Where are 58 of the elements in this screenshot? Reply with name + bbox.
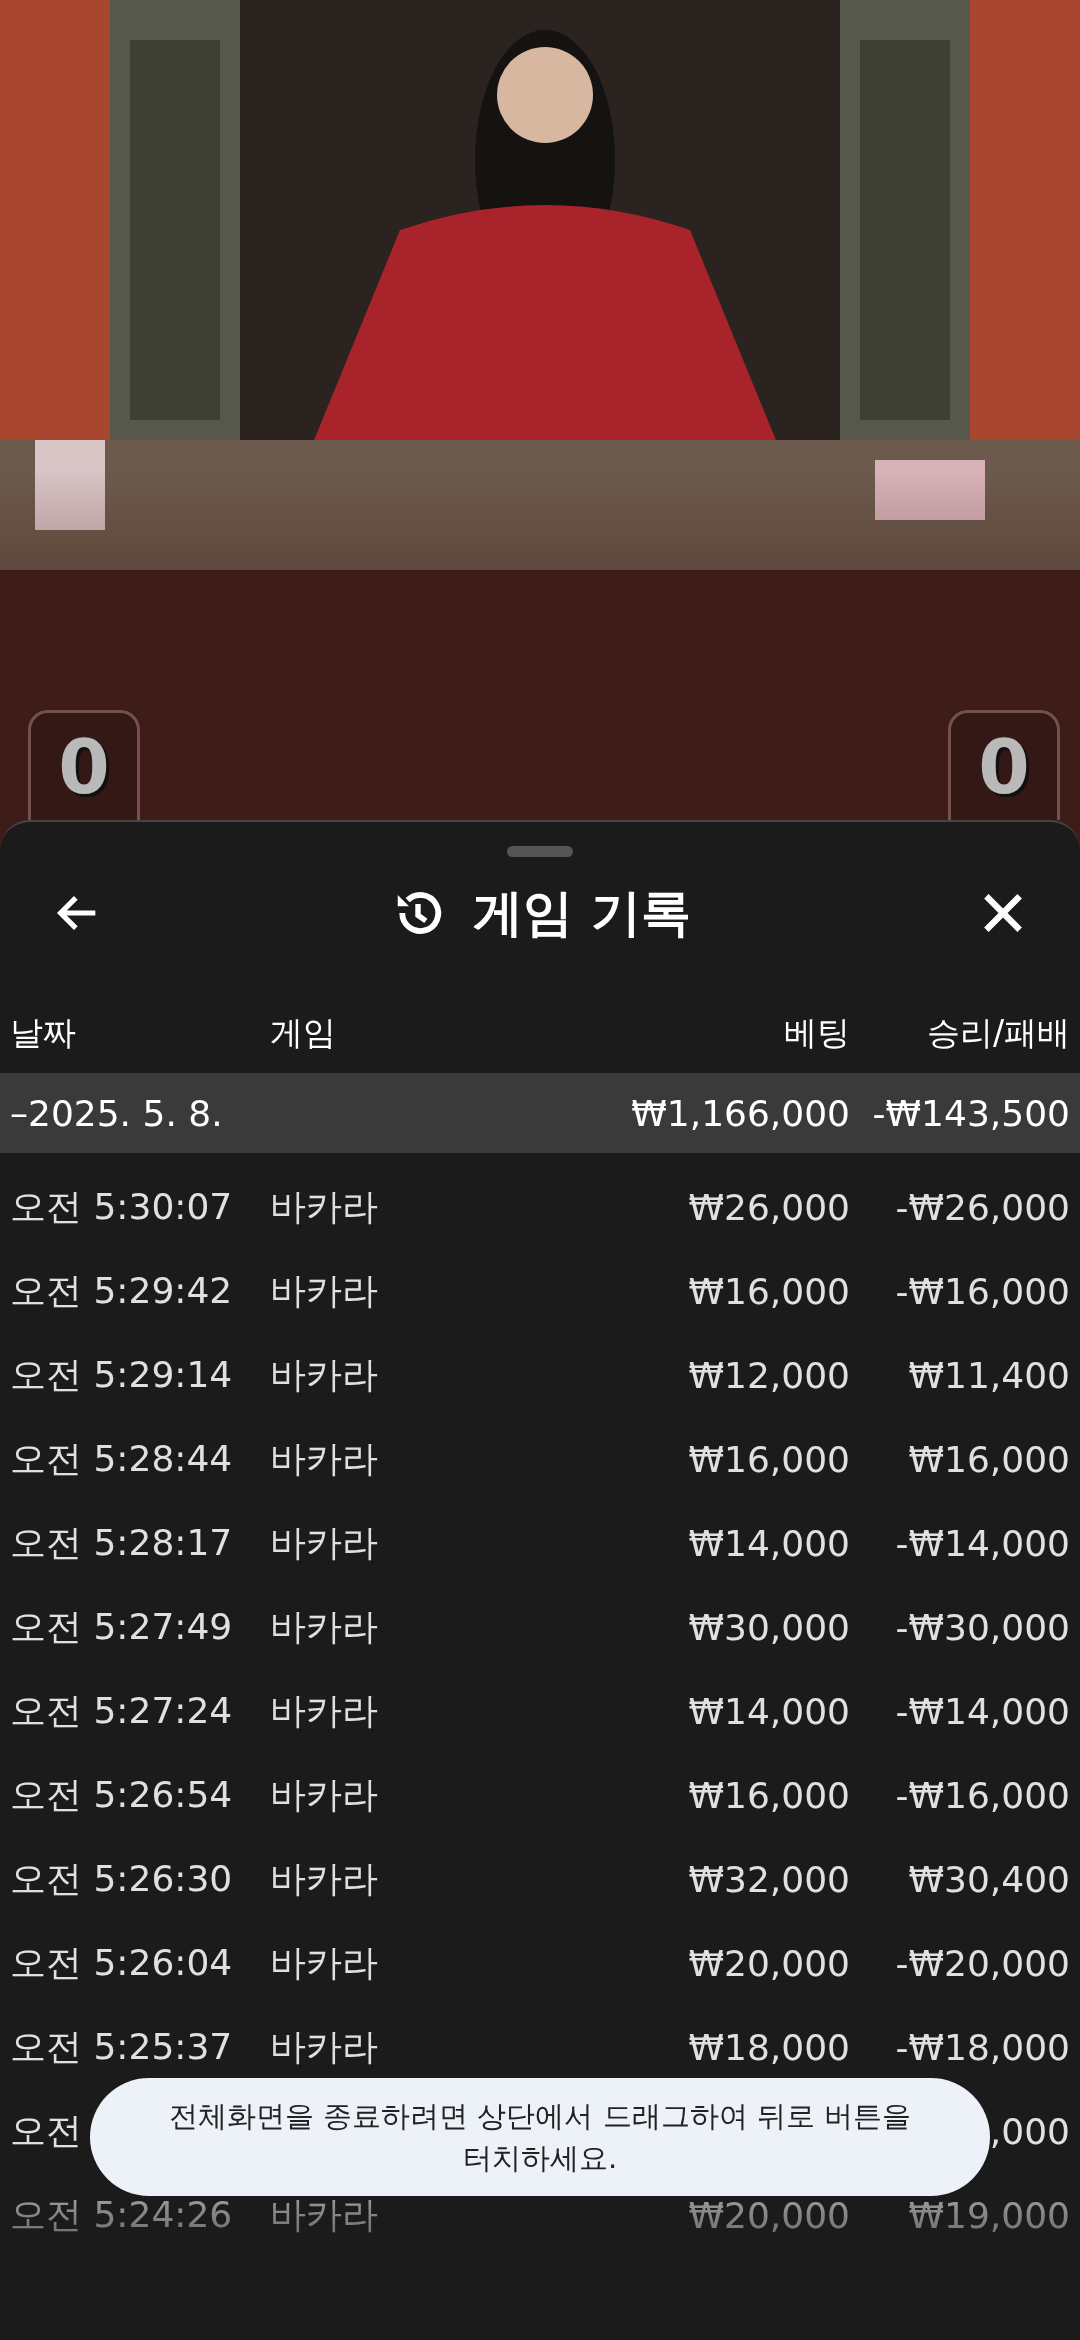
table-cell-text: 오전 5:26:04: [10, 1940, 233, 1985]
table-cell-text: 바카라: [270, 1184, 378, 1229]
table-cell-text: 바카라: [270, 1352, 378, 1397]
table-cell: ₩16,000: [908, 1438, 1070, 1480]
column-header: 승리/패배: [926, 1011, 1070, 1054]
table-cell-text: 바카라: [270, 1688, 378, 1733]
table-cell: ₩14,000: [688, 1522, 850, 1564]
table-cell-text: 바카라: [270, 1940, 378, 1985]
table-cell-text: 오전 5:27:24: [10, 1688, 233, 1733]
toast-message: 전체화면을 종료하려면 상단에서 드래그하여 뒤로 버튼을 터치하세요.: [90, 2078, 990, 2196]
sheet-title: 게임 기록: [473, 882, 691, 944]
column-header: 게임: [270, 1011, 336, 1054]
table-cell-text: 바카라: [270, 1268, 378, 1313]
date-group-row[interactable]: –2025. 5. 8. ₩1,166,000 -₩143,500: [0, 1073, 1080, 1153]
table-cell: -₩30,000: [895, 1606, 1070, 1648]
table-cell: -₩14,000: [895, 1690, 1070, 1732]
table-cell-text: 오전 5:25:37: [10, 2024, 233, 2069]
table-cell-text: 바카라: [270, 1436, 378, 1481]
table-cell-text: 오전 5:29:42: [10, 1268, 233, 1313]
table-cell-text: 바카라: [270, 1856, 378, 1901]
table-cell: -₩18,000: [895, 2026, 1070, 2068]
table-cell: -₩16,000: [895, 1774, 1070, 1816]
column-header: 베팅: [784, 1011, 850, 1054]
table-cell-text: 오전 5:26:54: [10, 1772, 233, 1817]
drag-handle[interactable]: [507, 846, 573, 857]
table-cell: -₩14,000: [895, 1522, 1070, 1564]
table-cell: ₩16,000: [688, 1270, 850, 1312]
table-cell: -₩26,000: [895, 1186, 1070, 1228]
score-badge: 0: [28, 710, 140, 820]
table-cell: ₩30,400: [908, 1858, 1070, 1900]
table-cell-text: 오전 5:26:30: [10, 1856, 233, 1901]
table-cell-text: 오전 5:29:14: [10, 1352, 233, 1397]
table-cell: ₩16,000: [688, 1438, 850, 1480]
table-cell-text: 오전 5:27:49: [10, 1604, 233, 1649]
table-cell: ₩20,000: [688, 1942, 850, 1984]
table-cell: ₩30,000: [688, 1606, 850, 1648]
table-cell-text: 오전 5:28:44: [10, 1436, 233, 1481]
table-cell-text: 바카라: [270, 1772, 378, 1817]
table-cell: ₩18,000: [688, 2026, 850, 2068]
table-cell-text: 바카라: [270, 1520, 378, 1565]
table-cell-text: 오전 5:28:17: [10, 1520, 233, 1565]
table-cell-text: 바카라: [270, 2024, 378, 2069]
table-cell: ₩32,000: [688, 1858, 850, 1900]
table-cell: ₩26,000: [688, 1186, 850, 1228]
table-cell-text: 오전: [10, 2108, 82, 2153]
table-cell: ₩11,400: [908, 1354, 1070, 1396]
table-cell: ₩20,000: [688, 2194, 850, 2236]
table-cell: -₩16,000: [895, 1270, 1070, 1312]
table-cell: ₩19,000: [908, 2194, 1070, 2236]
table-cell: ,000: [989, 2110, 1070, 2152]
table-cell: ₩16,000: [688, 1774, 850, 1816]
table-cell: ₩14,000: [688, 1690, 850, 1732]
column-header: 날짜: [10, 1011, 76, 1054]
table-cell-text: 오전 5:30:07: [10, 1184, 233, 1229]
table-cell: -₩20,000: [895, 1942, 1070, 1984]
table-cell-text: 바카라: [270, 1604, 378, 1649]
table-cell: ₩12,000: [688, 1354, 850, 1396]
score-badge: 0: [948, 710, 1060, 820]
